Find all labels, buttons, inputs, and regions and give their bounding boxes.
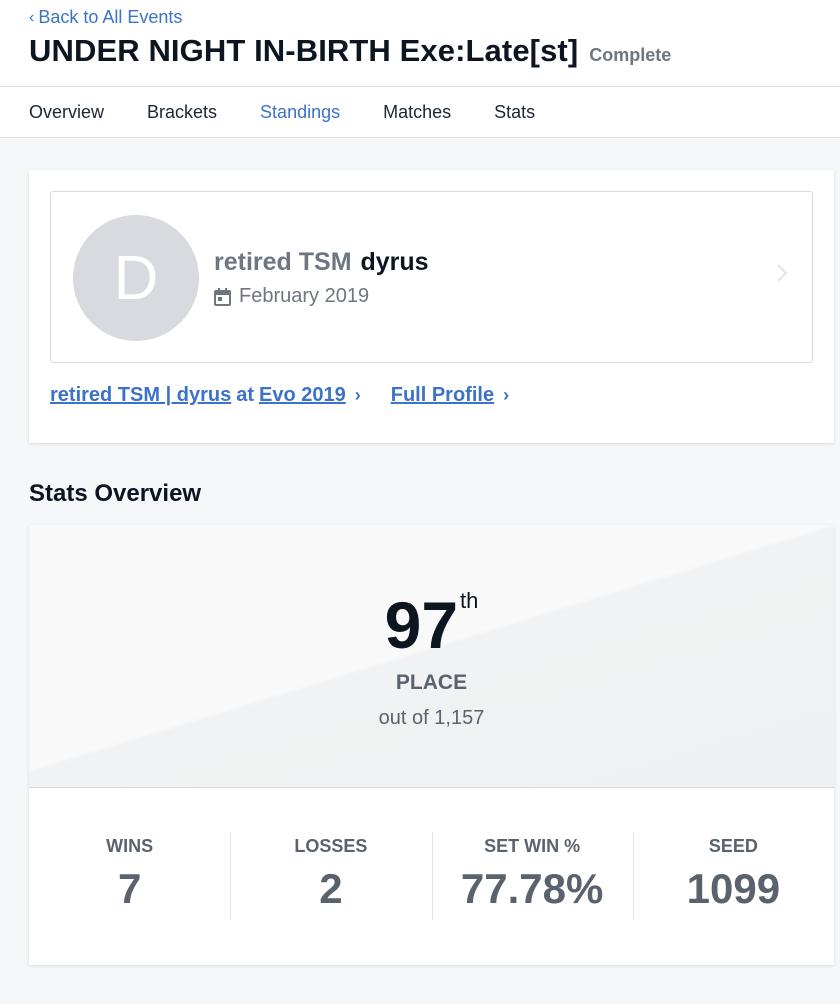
placement-total: out of 1,157 (378, 707, 485, 729)
title-row: UNDER NIGHT IN-BIRTH Exe:Late[st] Comple… (29, 33, 671, 69)
player-summary[interactable]: D retired TSM dyrus February 2019 (50, 191, 813, 363)
placement: 97th (29, 587, 834, 663)
stats-overview-title: Stats Overview (29, 480, 202, 507)
player-date-label: February 2019 (239, 285, 370, 307)
player-prefix: retired TSM (214, 248, 352, 276)
tab-overview[interactable]: Overview (29, 102, 104, 123)
event-entrant-link[interactable]: retired TSM | dyrus at Evo 2019 › (50, 384, 361, 407)
player-name: retired TSM dyrus (214, 248, 429, 277)
stat-label: WINS (106, 836, 154, 856)
event-title: UNDER NIGHT IN-BIRTH Exe:Late[st] (29, 33, 579, 68)
stat-value: 2 (319, 865, 343, 912)
chevron-left-icon: ‹ (29, 8, 35, 26)
avatar: D (73, 215, 199, 341)
chevron-right-icon: › (503, 385, 510, 405)
stat-row: WINS 7 LOSSES 2 SET WIN % 77.78% SEED 10… (29, 832, 834, 920)
tab-standings[interactable]: Standings (260, 102, 340, 123)
stat-wins: WINS 7 (29, 832, 230, 920)
stat-losses: LOSSES 2 (230, 832, 431, 920)
placement-suffix: th (460, 588, 479, 613)
stat-label: LOSSES (294, 836, 368, 856)
tab-brackets[interactable]: Brackets (147, 102, 217, 123)
stat-value: 7 (117, 865, 142, 912)
chevron-right-icon (777, 264, 788, 282)
stat-value: 1099 (686, 865, 781, 912)
stat-label: SEED (708, 836, 758, 856)
tab-stats[interactable]: Stats (494, 102, 535, 123)
calendar-icon (214, 287, 231, 306)
player-tag: dyrus (360, 248, 429, 276)
profile-links: retired TSM | dyrus at Evo 2019 › Full P… (50, 384, 539, 407)
event-tabs: Overview Brackets Standings Matches Stat… (0, 87, 840, 138)
back-to-events-link[interactable]: ‹ Back to All Events (29, 7, 182, 28)
stat-label: SET WIN % (484, 836, 581, 856)
stats-overview-card: 97th PLACE out of 1,157 WINS 7 LOSSES 2 … (29, 525, 834, 965)
event-header: ‹ Back to All Events UNDER NIGHT IN-BIRT… (0, 0, 840, 87)
chevron-right-icon: › (354, 385, 361, 405)
back-link-label: Back to All Events (38, 7, 183, 27)
entrant-event-link[interactable]: Evo 2019 (259, 384, 346, 407)
event-status-badge: Complete (589, 45, 672, 65)
full-profile-label[interactable]: Full Profile (391, 384, 494, 407)
player-profile-card: D retired TSM dyrus February 2019 retire… (29, 170, 834, 443)
entrant-connector: at (236, 384, 254, 406)
stat-set-win-percent: SET WIN % 77.78% (431, 832, 633, 920)
player-date: February 2019 (214, 285, 369, 308)
placement-label: PLACE (395, 671, 468, 694)
tab-matches[interactable]: Matches (383, 102, 451, 123)
entrant-player-link[interactable]: retired TSM | dyrus (50, 384, 231, 407)
placement-panel: 97th PLACE out of 1,157 (29, 525, 834, 788)
full-profile-link[interactable]: Full Profile › (391, 384, 509, 407)
stat-seed: SEED 1099 (632, 832, 834, 920)
stat-value: 77.78% (460, 865, 604, 912)
placement-value: 97 (384, 588, 459, 662)
